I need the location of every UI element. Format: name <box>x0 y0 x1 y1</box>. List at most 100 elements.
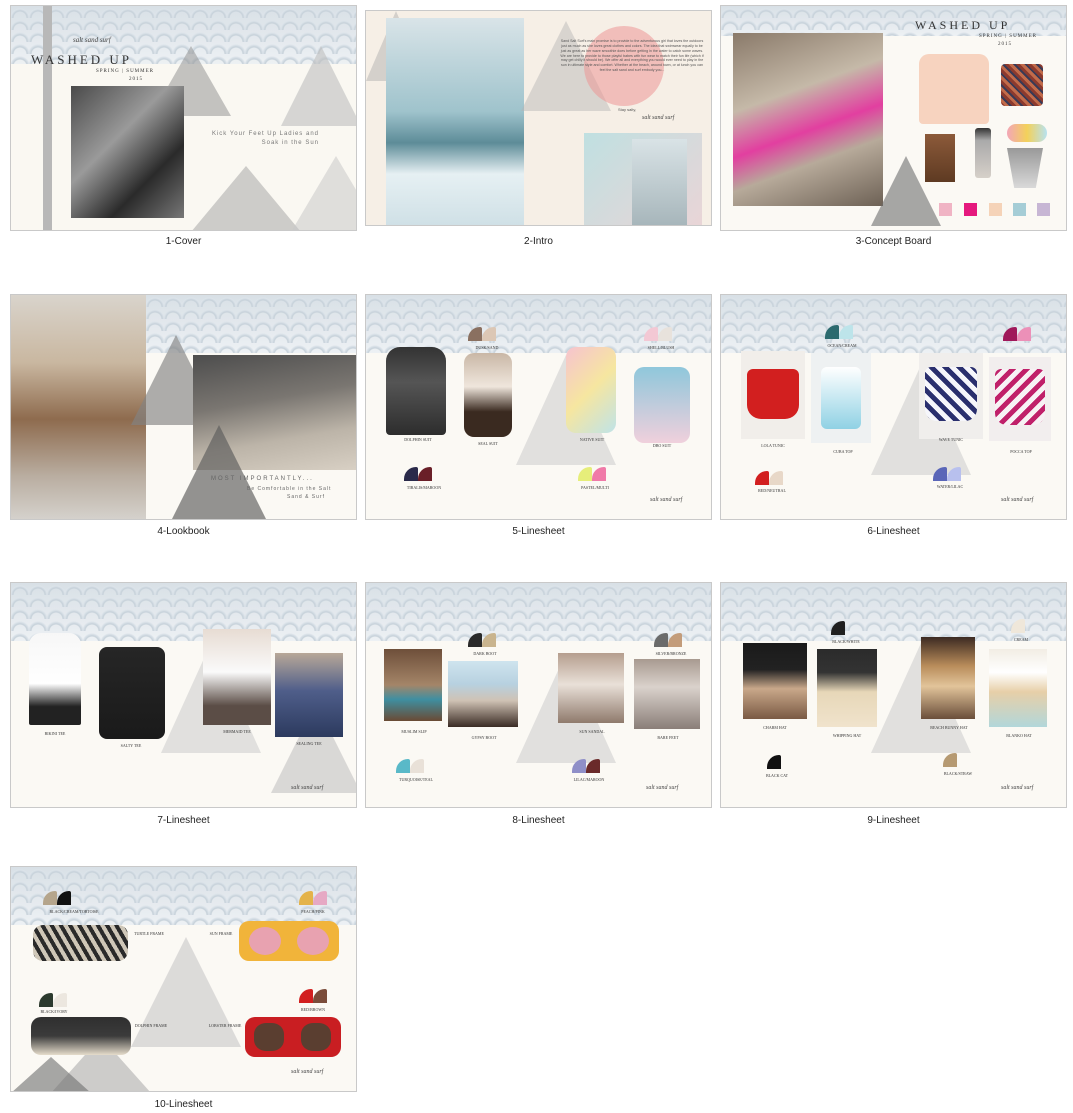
product-name: SEALING TEE <box>296 741 322 746</box>
color-label: PEACH/PINK <box>301 909 325 914</box>
color-swatch <box>964 203 977 216</box>
product-image <box>245 1017 341 1057</box>
color-label: BLACK/CREAM/TORTOISE <box>49 909 99 914</box>
product-image <box>989 649 1047 727</box>
product-image <box>31 1017 131 1055</box>
product-name: WHIPPING HAT <box>832 733 862 738</box>
lookbook-photo-model <box>11 295 146 519</box>
page-thumbnail-linesheet-hats[interactable]: BLACK/WHITE CREAM CHARM HAT WHIPPING HAT… <box>720 582 1067 808</box>
product-name: SUN FRAME <box>209 931 233 936</box>
page-caption: 8-Linesheet <box>512 815 565 826</box>
color-label: SILVER/BRONZE <box>655 651 687 656</box>
product-image <box>203 629 271 725</box>
intro-body-text: Sand Salt Surf's main promise is to prov… <box>560 39 704 73</box>
brand-logo: salt sand surf <box>291 785 324 791</box>
page-thumbnail-linesheet-tops[interactable]: OCEAN/CREAM LOLA TUNIC CUBA TOP WAVE TUN… <box>720 294 1067 520</box>
brand-logo: salt sand surf <box>642 115 675 121</box>
page-thumbnail-linesheet-swim[interactable]: DUSK/SAND SHELL/BLUSH DOLPHIN SUIT SEAL … <box>365 294 712 520</box>
bangles-image <box>1007 124 1047 142</box>
product-image <box>925 367 977 421</box>
collection-title: WASHED UP <box>31 52 133 67</box>
color-swatch <box>1037 203 1050 216</box>
product-image <box>747 369 799 419</box>
color-label: TURQUOISE/TEAL <box>399 777 433 782</box>
color-fin-icon <box>769 471 783 485</box>
lens <box>301 1023 331 1051</box>
color-label: CREAM <box>1013 637 1029 642</box>
lookbook-heading: MOST IMPORTANTLY... <box>211 476 314 482</box>
color-label: SHELL/BLUSH <box>647 345 675 350</box>
intro-surfer-photo <box>632 139 687 225</box>
triangle-shape <box>171 425 267 519</box>
product-name: SALTY TEE <box>120 743 142 748</box>
product-image-frame <box>919 353 983 439</box>
product-image-frame <box>989 357 1051 441</box>
color-fin-icon <box>396 759 410 773</box>
product-image <box>384 649 442 721</box>
page-thumbnail-concept-board[interactable]: WASHED UP SPRING | SUMMER 2015 <box>720 5 1067 231</box>
product-name: TURTLE FRAME <box>134 931 164 936</box>
lookbook-line: Be Comfortable in the Salt <box>247 486 332 492</box>
product-name: WAVE TUNIC <box>938 437 964 442</box>
product-name: BARE FEET <box>657 735 679 740</box>
color-fin-icon <box>53 993 67 1007</box>
product-image <box>386 347 446 435</box>
product-image <box>29 633 81 725</box>
brand-logo: salt sand surf <box>646 785 679 791</box>
triangle-shape <box>281 46 356 126</box>
page-caption: 2-Intro <box>524 236 553 247</box>
product-image-frame <box>811 353 871 443</box>
color-fin-icon <box>313 989 327 1003</box>
lens <box>249 927 281 955</box>
color-label: BLACK CAT <box>765 773 789 778</box>
product-image <box>634 659 700 729</box>
boots-image <box>925 134 955 182</box>
color-fin-icon <box>410 759 424 773</box>
product-name: SUN SANDAL <box>579 729 605 734</box>
product-image <box>821 367 861 429</box>
page-caption: 5-Linesheet <box>512 526 565 537</box>
product-name: DOLPHIN FRAME <box>134 1023 168 1028</box>
wave-pattern-header <box>721 295 1066 353</box>
color-swatch <box>939 203 952 216</box>
brand-logo: salt sand surf <box>1001 497 1034 503</box>
product-name: MUSLIM SLIP <box>401 729 427 734</box>
color-label: BLACK/IVORY <box>40 1009 68 1014</box>
bag-image <box>1001 64 1043 106</box>
product-name: CHARM HAT <box>763 725 787 730</box>
page-thumbnail-linesheet-tees[interactable]: BIKINI TEE SALTY TEE MERMAID TEE SEALING… <box>10 582 357 808</box>
color-label: LILAC/MAROON <box>573 777 605 782</box>
color-fin-icon <box>767 755 781 769</box>
brand-logo: salt sand surf <box>291 1069 324 1075</box>
product-image-frame <box>741 351 805 439</box>
product-image <box>566 347 616 433</box>
page-thumbnail-intro[interactable]: Sand Salt Surf's main promise is to prov… <box>365 10 712 226</box>
page-thumbnail-lookbook[interactable]: MOST IMPORTANTLY... Be Comfortable in th… <box>10 294 357 520</box>
color-fin-icon <box>299 989 313 1003</box>
concept-photo <box>733 33 883 206</box>
product-name: LOLA TUNIC <box>761 443 785 448</box>
color-label: WATER/LILAC <box>936 484 964 489</box>
brand-logo: salt sand surf <box>650 497 683 503</box>
product-image <box>448 661 518 727</box>
color-label: RED/NEUTRAL <box>758 488 786 493</box>
product-name: DOLPHIN SUIT <box>404 437 432 442</box>
product-image <box>275 653 343 737</box>
collection-title: WASHED UP <box>915 18 1011 32</box>
product-name: MERMAID TEE <box>223 729 251 734</box>
color-label: OCEAN/CREAM <box>827 343 857 348</box>
color-fin-icon <box>578 467 592 481</box>
product-name: BEACH BUNNY HAT <box>930 725 968 730</box>
color-fin-icon <box>592 467 606 481</box>
product-image <box>464 353 512 437</box>
page-thumbnail-linesheet-sunglasses[interactable]: BLACK/CREAM/TORTOISE PEACH/PINK TURTLE F… <box>10 866 357 1092</box>
triangle-shape <box>291 156 356 230</box>
brand-logo: salt sand surf <box>73 36 111 44</box>
page-thumbnail-cover[interactable]: salt sand surf WASHED UP SPRING | SUMMER… <box>10 5 357 231</box>
season-label: SPRING | SUMMER <box>96 69 154 74</box>
product-name: DBO SUIT <box>652 443 672 448</box>
blouse-image <box>919 54 989 124</box>
product-image <box>99 647 165 739</box>
color-fin-icon <box>943 753 957 767</box>
page-thumbnail-linesheet-shoes[interactable]: DARK BOOT SILVER/BRONZE MUSLIM SLIP GYPS… <box>365 582 712 808</box>
